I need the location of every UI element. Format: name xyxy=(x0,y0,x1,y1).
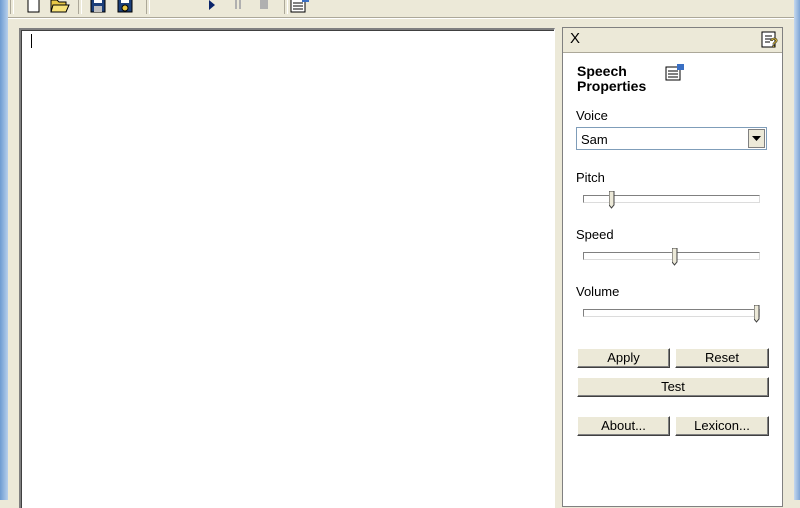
slider-thumb[interactable] xyxy=(753,304,760,323)
properties-icon[interactable] xyxy=(290,0,310,14)
pause-icon[interactable] xyxy=(228,0,248,14)
reset-button[interactable]: Reset xyxy=(675,348,769,368)
slider-thumb[interactable] xyxy=(608,190,615,209)
new-document-icon[interactable] xyxy=(24,0,44,14)
toolbar xyxy=(10,0,789,16)
toolbar-separator xyxy=(284,0,288,14)
speech-properties-icon xyxy=(665,64,685,82)
stop-icon[interactable] xyxy=(254,0,274,14)
chevron-down-icon[interactable] xyxy=(748,129,765,148)
play-icon[interactable] xyxy=(202,0,222,14)
panel-header: X ? xyxy=(563,28,782,53)
save-icon[interactable] xyxy=(88,0,108,14)
voice-select[interactable]: Sam xyxy=(576,127,767,150)
pitch-slider[interactable] xyxy=(583,190,760,209)
close-panel-button[interactable]: X xyxy=(570,30,580,48)
speed-slider[interactable] xyxy=(583,247,760,266)
toolbar-separator xyxy=(146,0,150,14)
slider-thumb[interactable] xyxy=(671,247,678,266)
speech-properties-panel: X ? Speech Properties Voice Sam Pitch Sp… xyxy=(562,27,783,507)
save-as-audio-icon[interactable] xyxy=(115,0,135,14)
about-button[interactable]: About... xyxy=(577,416,670,436)
open-folder-icon[interactable] xyxy=(50,0,70,14)
toolbar-separator xyxy=(78,0,82,14)
speed-label: Speed xyxy=(576,227,614,242)
voice-label: Voice xyxy=(576,108,608,123)
pitch-label: Pitch xyxy=(576,170,605,185)
window-frame-right xyxy=(794,0,800,500)
test-button[interactable]: Test xyxy=(577,377,769,397)
voice-selected-value: Sam xyxy=(581,132,608,147)
help-icon[interactable]: ? xyxy=(761,31,779,50)
text-caret xyxy=(31,34,32,48)
text-area[interactable] xyxy=(21,30,554,508)
window-frame-left xyxy=(0,0,8,500)
text-editor[interactable] xyxy=(19,28,555,508)
toolbar-separator xyxy=(10,0,14,14)
apply-button[interactable]: Apply xyxy=(577,348,670,368)
slider-track xyxy=(583,309,760,317)
volume-label: Volume xyxy=(576,284,620,299)
panel-title: Speech Properties xyxy=(577,63,647,94)
volume-slider[interactable] xyxy=(583,304,760,323)
toolbar-divider xyxy=(8,17,794,19)
svg-text:?: ? xyxy=(770,35,778,49)
lexicon-button[interactable]: Lexicon... xyxy=(675,416,769,436)
